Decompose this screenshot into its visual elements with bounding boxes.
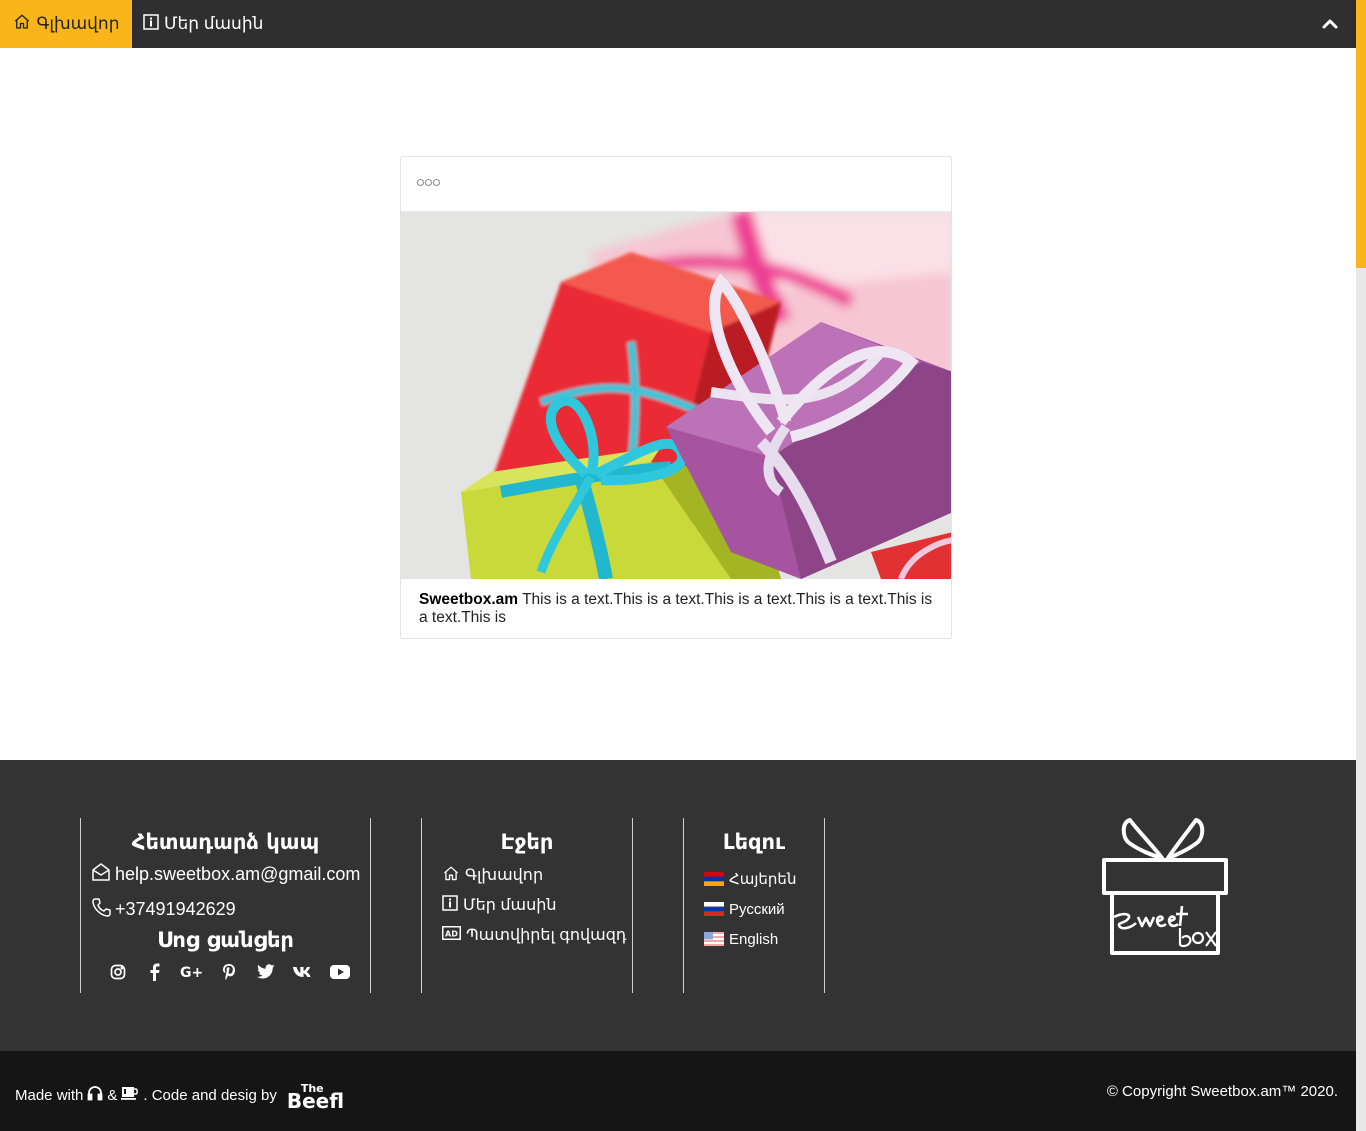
headphones-icon: [87, 1085, 103, 1105]
card-header: [401, 157, 951, 212]
email-text: help.sweetbox.am@gmail.com: [115, 864, 361, 884]
social-title: Սոց ցանցեր: [157, 928, 294, 952]
home-icon: [13, 13, 31, 36]
language-russian-label: Русский: [729, 900, 785, 918]
envelope-open-icon: [91, 862, 111, 887]
email-link[interactable]: help.sweetbox.am@gmail.com: [91, 862, 370, 887]
language-russian[interactable]: Русский: [704, 894, 824, 924]
made-with-credit: Made with & . Code and desig by The Beef…: [15, 1083, 345, 1113]
post-card: Sweetbox.am This is a text.This is a tex…: [400, 156, 952, 639]
svg-text:G+: G+: [180, 965, 203, 980]
chevron-up-icon[interactable]: [1320, 14, 1340, 34]
twitter-icon[interactable]: [247, 960, 284, 984]
beefl-name-text: Beefl: [286, 1089, 345, 1113]
nav-home-label: Գլխավոր: [36, 14, 120, 33]
social-links: G+: [99, 960, 370, 984]
gift-boxes-image: [401, 212, 951, 579]
google-plus-icon[interactable]: G+: [173, 960, 210, 984]
footer-link-home[interactable]: Գլխավոր: [442, 860, 632, 890]
instagram-icon[interactable]: [99, 960, 136, 984]
beefl-logo[interactable]: The Beefl: [286, 1083, 345, 1113]
more-options-icon[interactable]: [417, 179, 440, 186]
sweetbox-logo[interactable]: [1098, 816, 1232, 958]
language-armenian-label: Հայերեն: [729, 871, 797, 888]
footer-link-order-ad-label: Պատվիրել գովազդ: [466, 927, 627, 944]
coffee-icon: [121, 1085, 139, 1105]
usa-flag-icon: [704, 932, 724, 946]
top-navbar: Գլխավոր Մեր մասին: [0, 0, 1356, 48]
footer: Հետադարձ կապ help.sweetbox.am@gmail.com …: [0, 760, 1356, 1051]
caption-brand: Sweetbox.am: [419, 591, 519, 608]
language-english[interactable]: English: [704, 924, 824, 954]
ad-icon: AD: [442, 925, 461, 945]
bottom-bar: Made with & . Code and desig by The Beef…: [0, 1051, 1356, 1131]
nav-about-label: Մեր մասին: [164, 14, 264, 33]
footer-link-about-label: Մեր մասին: [463, 897, 557, 914]
home-icon: [442, 865, 460, 886]
ampersand-text: &: [107, 1086, 118, 1104]
language-english-label: English: [729, 930, 779, 948]
youtube-icon[interactable]: [321, 960, 358, 984]
contact-title: Հետադարձ կապ: [131, 830, 320, 854]
scrollbar-thumb[interactable]: [1356, 0, 1366, 268]
footer-contact-column: Հետադարձ կապ help.sweetbox.am@gmail.com …: [80, 818, 371, 993]
page-scrollbar[interactable]: [1356, 0, 1366, 1131]
footer-link-home-label: Գլխավոր: [465, 867, 544, 884]
language-title: Լեզու: [722, 830, 786, 854]
code-design-text: . Code and desig by: [143, 1086, 277, 1104]
footer-pages-column: Էջեր Գլխավոր Մեր մասին AD Պատվիրել գովազ…: [421, 818, 633, 993]
svg-text:AD: AD: [445, 929, 458, 938]
phone-link[interactable]: +37491942629: [91, 897, 370, 922]
russia-flag-icon: [704, 902, 724, 916]
pages-title: Էջեր: [500, 830, 554, 854]
info-icon: [442, 894, 458, 916]
nav-about-tab[interactable]: Մեր մասին: [143, 0, 263, 48]
vk-icon[interactable]: [284, 960, 321, 984]
armenia-flag-icon: [704, 872, 724, 886]
phone-icon: [91, 897, 111, 922]
footer-link-about[interactable]: Մեր մասին: [442, 890, 632, 920]
made-with-text: Made with: [15, 1086, 84, 1104]
footer-link-order-ad[interactable]: AD Պատվիրել գովազդ: [442, 920, 632, 950]
facebook-icon[interactable]: [136, 960, 173, 984]
footer-language-column: Լեզու Հայերեն Русский English: [683, 818, 825, 993]
nav-home-tab[interactable]: Գլխավոր: [0, 0, 132, 48]
language-armenian[interactable]: Հայերեն: [704, 864, 824, 894]
copyright-text: © Copyright Sweetbox.am™ 2020.: [1106, 1083, 1338, 1100]
phone-text: +37491942629: [115, 899, 236, 919]
info-icon: [143, 13, 159, 35]
pinterest-icon[interactable]: [210, 960, 247, 984]
card-caption: Sweetbox.am This is a text.This is a tex…: [419, 591, 939, 627]
